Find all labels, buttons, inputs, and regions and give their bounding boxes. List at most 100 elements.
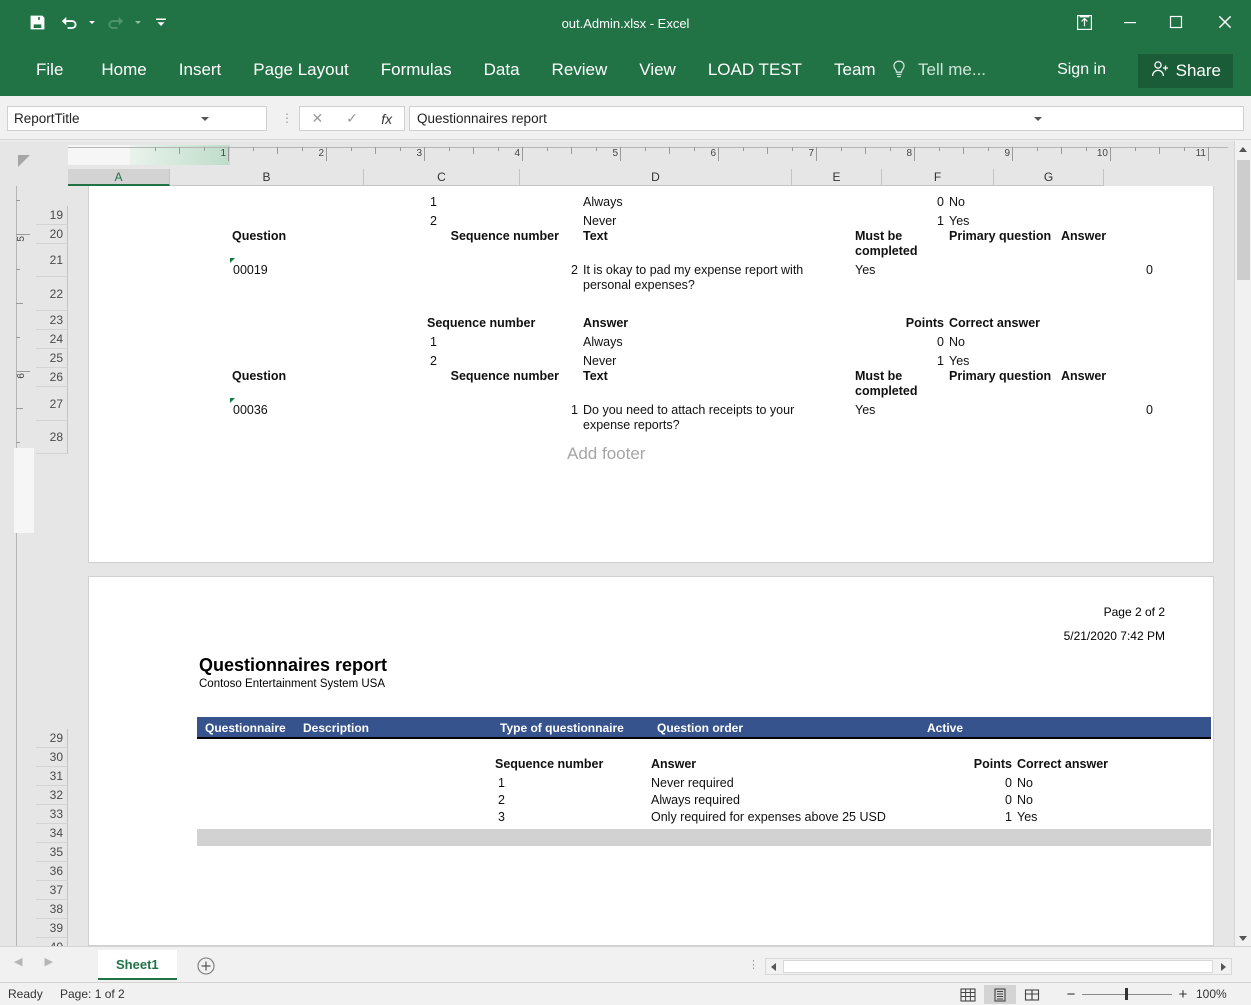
cell-answer-always[interactable]: Always — [583, 195, 623, 210]
enter-formula-icon[interactable]: ✓ — [335, 110, 370, 127]
cell-points-0-b[interactable]: 0 — [937, 335, 944, 350]
tab-file[interactable]: File — [14, 44, 85, 96]
column-header-E[interactable]: E — [792, 169, 882, 186]
row-header-23[interactable]: 23 — [36, 311, 68, 330]
row-header-37[interactable]: 37 — [36, 881, 68, 900]
row-header-30[interactable]: 30 — [36, 748, 68, 767]
cell-answer-never-b[interactable]: Never — [583, 354, 616, 369]
select-all-corner[interactable] — [0, 141, 68, 186]
tab-load-test[interactable]: LOAD TEST — [692, 44, 818, 96]
add-sheet-icon[interactable] — [196, 956, 216, 976]
next-sheet-icon[interactable]: ▶ — [44, 955, 52, 968]
tab-formulas[interactable]: Formulas — [365, 44, 468, 96]
minimize-icon[interactable] — [1107, 0, 1153, 44]
column-header-B[interactable]: B — [170, 169, 364, 186]
cell-points-1-b[interactable]: 1 — [937, 354, 944, 369]
cell-must-be-completed-00019[interactable]: Yes — [855, 263, 875, 278]
page-break-preview-icon[interactable] — [1016, 985, 1048, 1004]
column-header-F[interactable]: F — [882, 169, 994, 186]
row-header-20[interactable]: 20 — [36, 225, 68, 244]
row-header-26[interactable]: 26 — [36, 368, 68, 387]
cell-seq-2[interactable]: 2 — [430, 214, 437, 229]
row-header-32[interactable]: 32 — [36, 786, 68, 805]
row-header-33[interactable]: 33 — [36, 805, 68, 824]
horizontal-scroll-thumb[interactable] — [783, 960, 1213, 973]
previous-sheet-icon[interactable]: ◀ — [14, 955, 22, 968]
zoom-control[interactable]: − + — [1060, 985, 1194, 1003]
row-header-36[interactable]: 36 — [36, 862, 68, 881]
zoom-slider[interactable] — [1082, 985, 1172, 1003]
zoom-in-button[interactable]: + — [1172, 986, 1194, 1003]
cell-seq-1-b[interactable]: 1 — [430, 335, 437, 350]
p2-correct-1[interactable]: No — [1017, 776, 1033, 791]
cell-points-0[interactable]: 0 — [937, 195, 944, 210]
scroll-left-icon[interactable] — [766, 959, 782, 974]
tab-insert[interactable]: Insert — [163, 44, 238, 96]
cell-question-seq-00019[interactable]: 2 — [571, 263, 578, 278]
name-box-dropdown-icon[interactable] — [137, 111, 266, 126]
tab-review[interactable]: Review — [536, 44, 624, 96]
row-header-24[interactable]: 24 — [36, 330, 68, 349]
cancel-formula-icon[interactable]: ✕ — [300, 110, 335, 127]
cell-seq-1[interactable]: 1 — [430, 195, 437, 210]
column-header-A[interactable]: A — [68, 169, 170, 186]
zoom-out-button[interactable]: − — [1060, 986, 1082, 1003]
scroll-down-icon[interactable] — [1235, 929, 1251, 946]
zoom-level-label[interactable]: 100% — [1196, 987, 1227, 1001]
cell-answer-never[interactable]: Never — [583, 214, 616, 229]
insert-function-icon[interactable]: fx — [369, 111, 404, 127]
p2-answer-3[interactable]: Only required for expenses above 25 USD — [651, 810, 886, 825]
cell-answer-count-00036[interactable]: 0 — [1146, 403, 1153, 418]
scroll-right-icon[interactable] — [1215, 959, 1231, 974]
cell-correct-no[interactable]: No — [949, 195, 965, 210]
add-footer-placeholder[interactable]: Add footer — [567, 444, 645, 464]
horizontal-split-grip[interactable]: ⋮ — [748, 958, 759, 971]
column-header-D[interactable]: D — [520, 169, 792, 186]
cell-points-1[interactable]: 1 — [937, 214, 944, 229]
cell-must-be-completed-00036[interactable]: Yes — [855, 403, 875, 418]
p2-correct-2[interactable]: No — [1017, 793, 1033, 808]
row-header-29[interactable]: 29 — [36, 729, 68, 748]
page-layout-canvas[interactable]: 1 Always 0 No 2 Never 1 Yes Question Seq… — [68, 186, 1228, 946]
row-header-19[interactable]: 19 — [36, 206, 68, 225]
column-header-C[interactable]: C — [364, 169, 520, 186]
formula-bar-grip[interactable]: ⋮ — [281, 111, 293, 125]
tab-home[interactable]: Home — [85, 44, 162, 96]
sign-in-button[interactable]: Sign in — [1057, 44, 1106, 96]
normal-view-icon[interactable] — [952, 985, 984, 1004]
row-header-31[interactable]: 31 — [36, 767, 68, 786]
row-header-34[interactable]: 34 — [36, 824, 68, 843]
tab-view[interactable]: View — [623, 44, 692, 96]
cell-question-text-00019[interactable]: It is okay to pad my expense report with… — [583, 263, 823, 293]
sheet-tab-sheet1[interactable]: Sheet1 — [98, 950, 177, 980]
row-header-35[interactable]: 35 — [36, 843, 68, 862]
cell-question-id-00019[interactable]: 00019 — [233, 263, 268, 278]
cell-seq-2-b[interactable]: 2 — [430, 354, 437, 369]
maximize-icon[interactable] — [1153, 0, 1199, 44]
tab-team[interactable]: Team — [818, 44, 892, 96]
expand-formula-bar-icon[interactable] — [827, 111, 1244, 126]
ribbon-display-options-icon[interactable] — [1061, 0, 1107, 44]
p2-seq-1[interactable]: 1 — [498, 776, 505, 791]
row-header-38[interactable]: 38 — [36, 900, 68, 919]
p2-points-1[interactable]: 0 — [1005, 776, 1012, 791]
cell-answer-always-b[interactable]: Always — [583, 335, 623, 350]
cell-question-seq-00036[interactable]: 1 — [571, 403, 578, 418]
cell-question-id-00036[interactable]: 00036 — [233, 403, 268, 418]
zoom-slider-handle[interactable] — [1125, 988, 1128, 1000]
vertical-scrollbar[interactable] — [1234, 141, 1251, 946]
formula-input[interactable]: Questionnaires report — [409, 106, 1244, 131]
scroll-up-icon[interactable] — [1235, 141, 1251, 158]
p2-answer-1[interactable]: Never required — [651, 776, 734, 791]
row-header-22[interactable]: 22 — [36, 277, 68, 311]
p2-seq-2[interactable]: 2 — [498, 793, 505, 808]
horizontal-scrollbar[interactable] — [765, 958, 1232, 975]
row-header-21[interactable]: 21 — [36, 244, 68, 277]
share-button[interactable]: Share — [1138, 54, 1233, 88]
row-header-39[interactable]: 39 — [36, 919, 68, 938]
name-box[interactable]: ReportTitle — [7, 106, 267, 131]
tab-page-layout[interactable]: Page Layout — [237, 44, 364, 96]
cell-correct-yes[interactable]: Yes — [949, 214, 969, 229]
cell-correct-yes-b[interactable]: Yes — [949, 354, 969, 369]
tab-data[interactable]: Data — [468, 44, 536, 96]
